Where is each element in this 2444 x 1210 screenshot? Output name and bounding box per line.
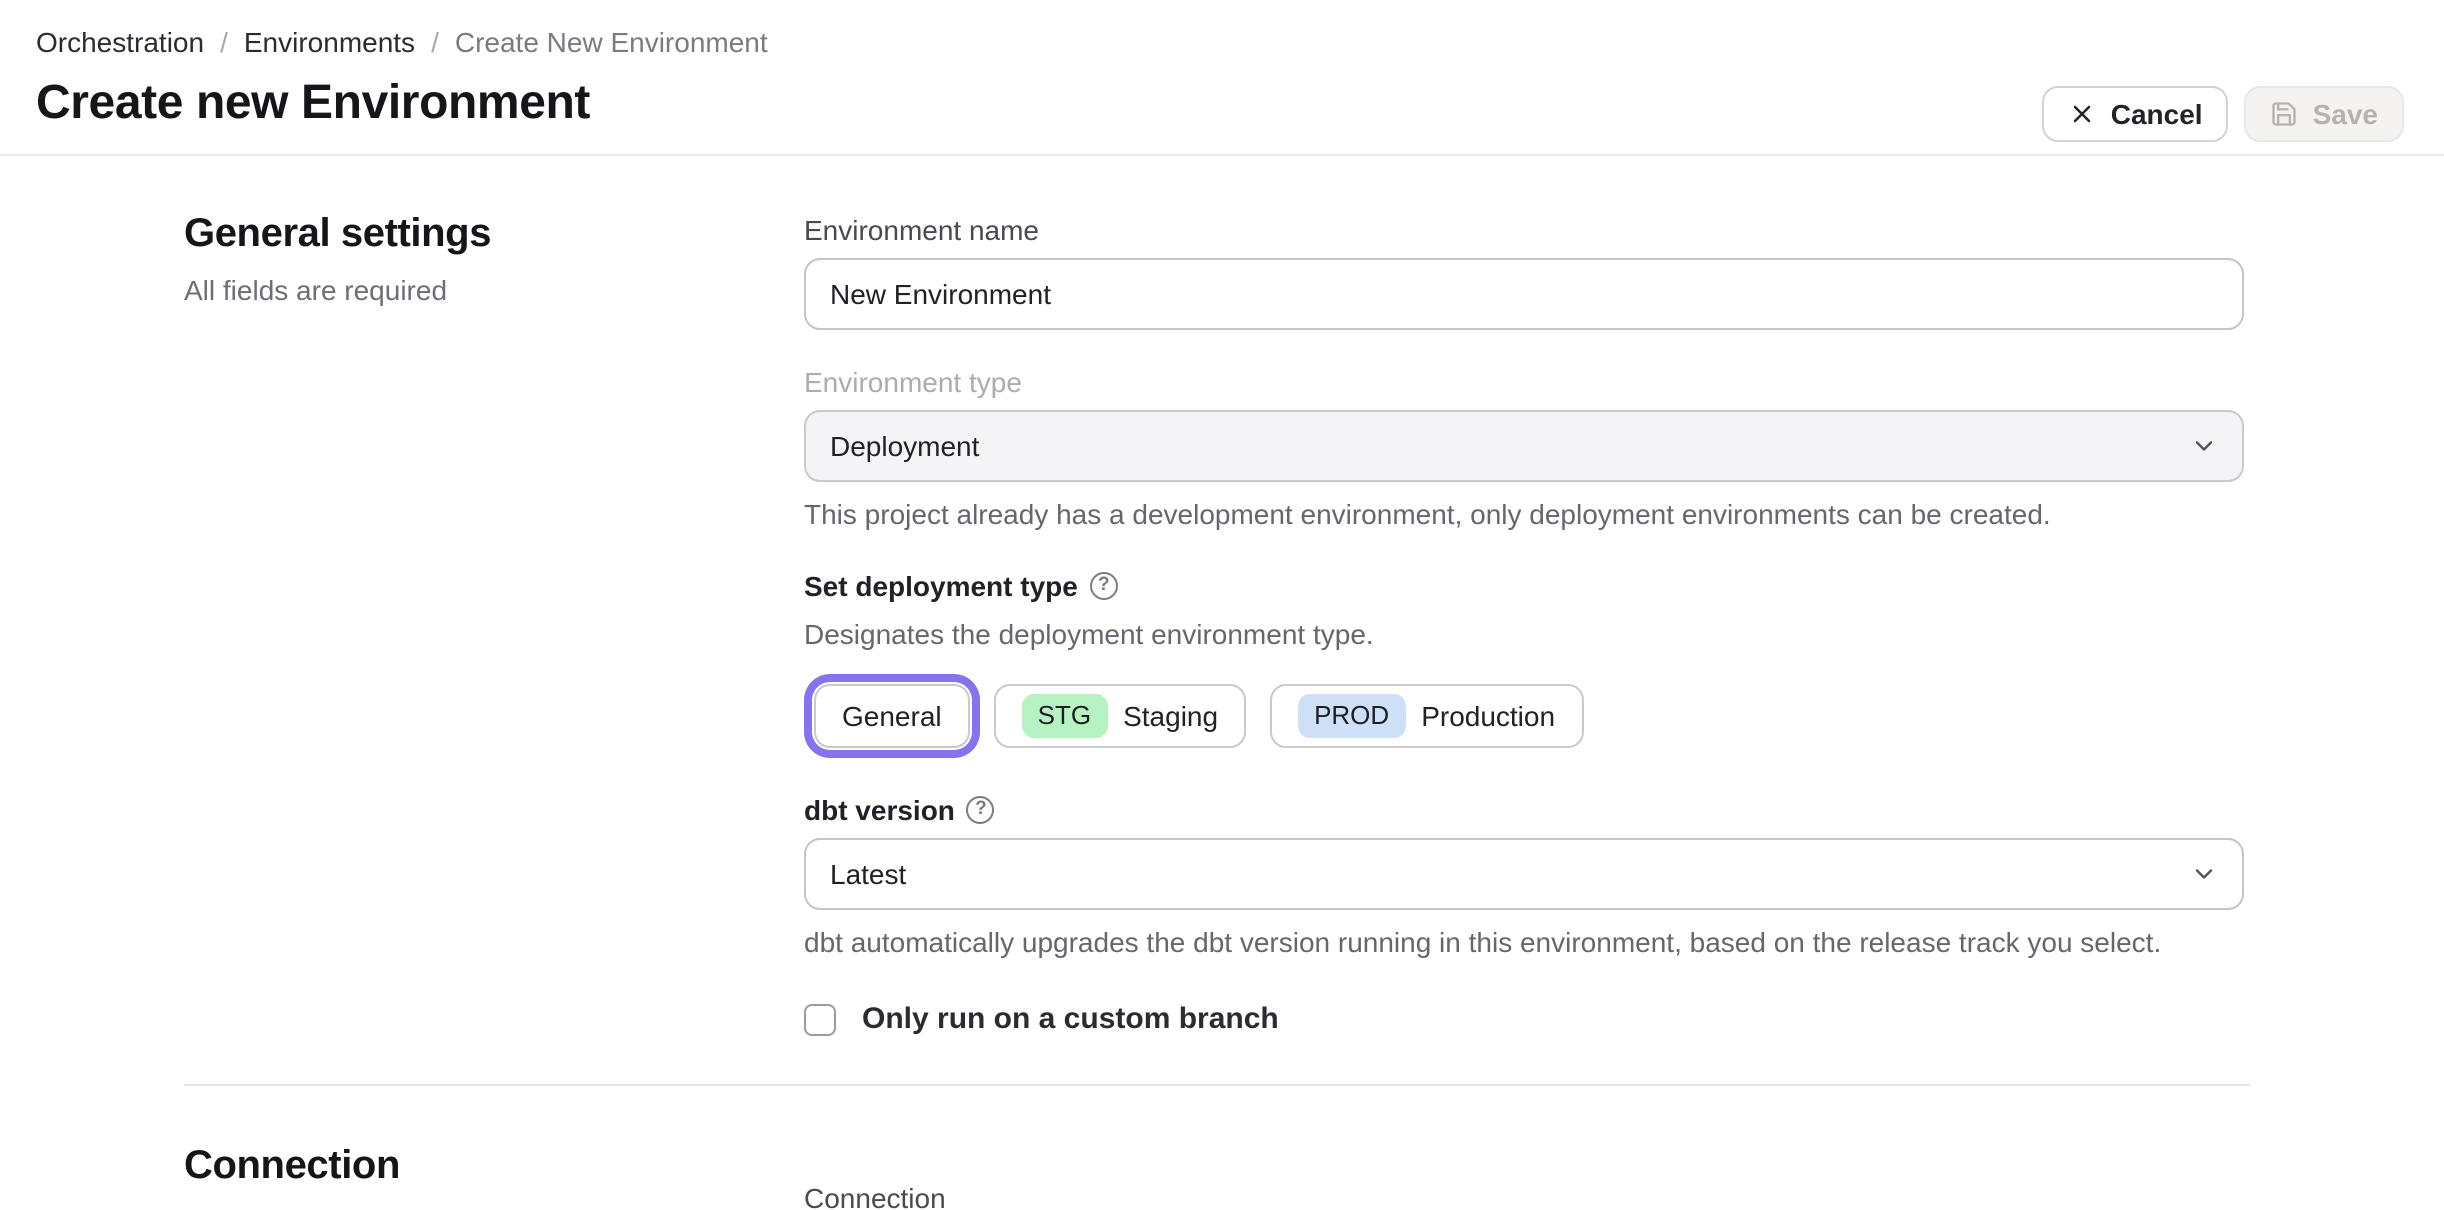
cancel-button-label: Cancel	[2110, 98, 2203, 130]
deployment-type-general-button[interactable]: General	[814, 684, 970, 748]
deployment-type-production-label: Production	[1421, 700, 1556, 732]
breadcrumb: Orchestration / Environments / Create Ne…	[36, 24, 2404, 60]
dbt-version-select[interactable]: Latest	[804, 838, 2244, 910]
general-settings-section: General settings All fields are required…	[184, 210, 2250, 1036]
deployment-type-general-label: General	[842, 700, 942, 732]
deployment-type-field-group: Set deployment type ? Designates the dep…	[804, 566, 2244, 758]
connection-intro: Connection Select the warehouse connecti…	[184, 1142, 804, 1210]
environment-type-select: Deployment	[804, 410, 2244, 482]
dbt-version-field-group: dbt version ? Latest dbt automatically u…	[804, 790, 2244, 962]
environment-name-label: Environment name	[804, 214, 1040, 246]
deployment-type-description: Designates the deployment environment ty…	[804, 618, 1374, 650]
production-badge: PROD	[1298, 694, 1406, 738]
dbt-version-helper: dbt automatically upgrades the dbt versi…	[804, 926, 2162, 958]
deployment-type-staging-button[interactable]: STG Staging	[993, 684, 1247, 748]
connection-heading: Connection	[184, 1144, 400, 1188]
deployment-type-options: General STG Staging PROD Production	[804, 674, 2244, 758]
save-disk-icon	[2271, 100, 2299, 128]
save-button[interactable]: Save	[2244, 86, 2404, 142]
create-environment-page: Orchestration / Environments / Create Ne…	[0, 0, 2444, 1210]
connection-form: Connection Select...	[804, 1178, 2244, 1210]
general-settings-form: Environment name Environment type Deploy…	[804, 210, 2244, 1036]
staging-badge: STG	[1021, 694, 1108, 738]
breadcrumb-separator: /	[431, 26, 439, 58]
dbt-version-label: dbt version	[804, 794, 955, 826]
deployment-type-staging-label: Staging	[1123, 700, 1219, 732]
environment-type-value: Deployment	[830, 430, 980, 462]
breadcrumb-separator: /	[220, 26, 228, 58]
dbt-version-label-row: dbt version ?	[804, 790, 2244, 830]
help-icon[interactable]: ?	[1089, 572, 1118, 600]
cancel-button[interactable]: Cancel	[2042, 86, 2229, 142]
help-icon[interactable]: ?	[966, 796, 995, 824]
section-divider	[184, 1084, 2250, 1086]
deployment-type-label: Set deployment type	[804, 570, 1078, 602]
connection-label: Connection	[804, 1182, 946, 1210]
breadcrumb-current: Create New Environment	[454, 26, 768, 58]
dbt-version-value: Latest	[830, 858, 907, 890]
header-actions: Cancel Save	[2042, 86, 2404, 142]
general-settings-intro: General settings All fields are required	[184, 210, 804, 1036]
save-button-label: Save	[2312, 98, 2378, 130]
deployment-type-label-row: Set deployment type ?	[804, 566, 2244, 606]
connection-field-group: Connection Select...	[804, 1178, 2244, 1210]
breadcrumb-environments[interactable]: Environments	[244, 24, 415, 60]
environment-type-label: Environment type	[804, 366, 1022, 398]
general-settings-heading: General settings	[184, 212, 492, 256]
page-header: Orchestration / Environments / Create Ne…	[0, 0, 2444, 156]
environment-name-field-group: Environment name	[804, 210, 2244, 330]
environment-name-input[interactable]	[804, 258, 2244, 330]
breadcrumb-orchestration[interactable]: Orchestration	[36, 24, 204, 60]
general-settings-subheading: All fields are required	[184, 274, 448, 306]
environment-type-helper: This project already has a development e…	[804, 498, 2051, 530]
close-icon	[2069, 100, 2097, 128]
connection-section: Connection Select the warehouse connecti…	[184, 1142, 2250, 1210]
chevron-down-icon	[2190, 432, 2218, 460]
deployment-type-production-button[interactable]: PROD Production	[1270, 684, 1584, 748]
environment-type-field-group: Environment type Deployment This project…	[804, 362, 2244, 534]
chevron-down-icon	[2190, 860, 2218, 888]
custom-branch-label[interactable]: Only run on a custom branch	[862, 1002, 1279, 1036]
main-content: General settings All fields are required…	[184, 156, 2250, 1210]
connection-description: Select the warehouse connection to use f…	[184, 1202, 744, 1210]
custom-branch-row: Only run on a custom branch	[804, 1002, 2244, 1036]
custom-branch-checkbox[interactable]	[804, 1003, 836, 1035]
